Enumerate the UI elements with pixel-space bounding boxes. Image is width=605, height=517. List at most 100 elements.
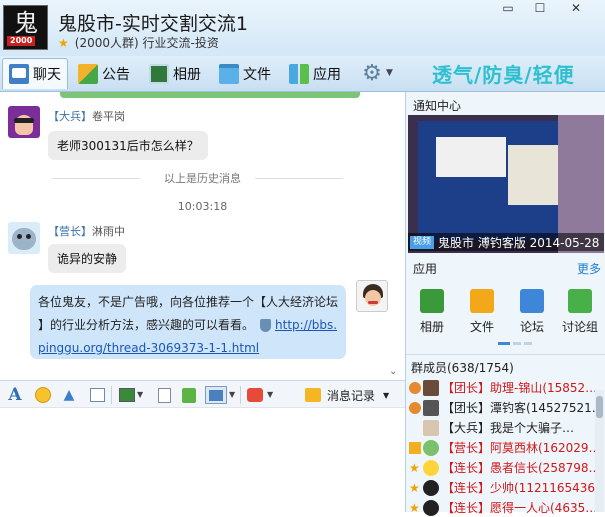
tab-announcement-label: 公告 xyxy=(102,66,130,83)
emoji-icon[interactable] xyxy=(34,386,52,404)
chevron-down-icon[interactable]: ▼ xyxy=(137,390,143,399)
members-header: 群成员(638/1754) xyxy=(406,354,605,376)
avatar xyxy=(423,419,439,436)
avatar[interactable] xyxy=(356,280,388,312)
member-name: 【团长】潭钓客(14527521… xyxy=(442,401,595,415)
right-panel: 通知中心 视频 鬼股市 溥钓客版 2014-05-28 应用 更多 相册 文件 … xyxy=(405,92,605,516)
group-logo[interactable]: 鬼 2000 xyxy=(3,5,48,50)
member-row[interactable]: ★ 【连长】愚者信长(258798… xyxy=(409,458,595,477)
member-name: 【营长】阿莫西林(162029… xyxy=(442,441,595,455)
group-title: 鬼股市-实时交割交流1 xyxy=(58,13,248,35)
sender-name: 淋雨中 xyxy=(92,225,125,238)
app-forum-label: 论坛 xyxy=(519,320,544,334)
note-icon[interactable] xyxy=(88,386,106,404)
message-input[interactable] xyxy=(0,408,405,512)
font-icon[interactable]: A xyxy=(6,385,24,405)
avatar xyxy=(423,379,439,396)
app-discussion[interactable]: 讨论组 xyxy=(556,287,604,335)
chevron-down-icon[interactable]: ▼ xyxy=(267,390,273,399)
chat-history[interactable]: 【大兵】卷平岗 老师300131后市怎么样？ 以上是历史消息 10:03:18 … xyxy=(0,92,405,380)
app-forum[interactable]: 论坛 xyxy=(508,287,556,335)
apps-icon xyxy=(289,63,309,84)
folder-icon xyxy=(470,289,494,313)
scrollbar-thumb[interactable] xyxy=(596,396,603,418)
tab-apps-label: 应用 xyxy=(313,66,341,83)
member-row[interactable]: ★ 【连长】愿得一人心(4635… xyxy=(409,498,595,517)
avatar[interactable] xyxy=(8,106,40,138)
avatar xyxy=(423,459,439,476)
chevron-down-icon[interactable]: ▼ xyxy=(229,390,235,399)
close-button[interactable]: ✕ xyxy=(559,0,593,18)
members-title: 群成员(638/1754) xyxy=(411,361,514,375)
collapse-icon[interactable]: ⌄ xyxy=(389,366,397,377)
screenshot-icon[interactable] xyxy=(205,386,227,404)
message-sender: 【营长】淋雨中 xyxy=(48,223,125,239)
gear-icon[interactable]: ⚙ xyxy=(360,62,384,86)
album-icon xyxy=(149,63,169,84)
document-icon[interactable] xyxy=(155,386,173,404)
red-packet-icon[interactable] xyxy=(180,386,198,404)
avatar xyxy=(423,439,439,456)
member-row[interactable]: 【团长】助理-锦山(15852… xyxy=(409,378,595,397)
member-name: 【连长】愿得一人心(4635… xyxy=(442,501,595,515)
app-files[interactable]: 文件 xyxy=(458,287,506,335)
chevron-down-icon[interactable]: ▼ xyxy=(386,68,393,78)
tab-files[interactable]: 文件 xyxy=(213,58,277,89)
app-files-label: 文件 xyxy=(469,320,494,334)
member-name: 【连长】愚者信长(258798… xyxy=(442,461,595,475)
tab-announcement[interactable]: 公告 xyxy=(72,58,136,89)
group-logo-tag: 2000 xyxy=(7,36,36,46)
own-message-line: 各位鬼友，不是广告哦，向各位推荐一个【人大经济论坛 xyxy=(38,295,339,309)
title-bar: 鬼 2000 鬼股市-实时交割交流1 ★ (2000人群) 行业交流-投资 ▭ ☐… xyxy=(0,0,605,56)
group-subtitle-text: (2000人群) 行业交流-投资 xyxy=(74,36,219,50)
folder-icon xyxy=(219,63,239,84)
announcement-icon xyxy=(78,63,98,84)
video-caption[interactable]: 视频 鬼股市 溥钓客版 2014-05-28 xyxy=(408,233,604,251)
member-row[interactable]: 【营长】阿莫西林(162029… xyxy=(409,438,595,457)
toolbar-divider xyxy=(111,386,112,404)
notice-center-title: 通知中心 xyxy=(413,99,462,113)
tab-album[interactable]: 相册 xyxy=(143,58,207,89)
shake-icon[interactable] xyxy=(246,386,264,404)
member-name: 【连长】少帅(1121165436) xyxy=(442,481,595,495)
group-subtitle: ★ (2000人群) 行业交流-投资 xyxy=(58,34,219,51)
maximize-button[interactable]: ☐ xyxy=(527,0,553,18)
member-name: 【大兵】我是个大骗子… xyxy=(442,421,575,435)
video-caption-text: 鬼股市 溥钓客版 2014-05-28 xyxy=(438,235,600,250)
members-scrollbar[interactable] xyxy=(595,390,604,512)
input-toolbar: A ▲ ▼ ▼ ▼ 消息记录 ▼ xyxy=(0,380,405,408)
magic-expression-icon[interactable]: ▲ xyxy=(60,386,78,404)
more-link[interactable]: 更多 xyxy=(577,260,601,277)
app-album[interactable]: 相册 xyxy=(408,287,456,335)
tab-chat[interactable]: 聊天 xyxy=(2,58,68,89)
own-message-text: 】的行业分析方法，感兴趣的可以看看。 xyxy=(38,318,255,332)
avatar[interactable] xyxy=(8,222,40,254)
message-record-button[interactable]: 消息记录 ▼ xyxy=(305,385,389,405)
message-link[interactable]: http://bbs. xyxy=(275,318,337,332)
member-name: 【团长】助理-锦山(15852… xyxy=(442,381,595,395)
member-row[interactable]: ★ 【连长】少帅(1121165436) xyxy=(409,478,595,497)
sender-rank: 【大兵】 xyxy=(48,110,92,123)
person-icon xyxy=(409,401,421,414)
star-icon: ★ xyxy=(409,460,420,475)
message-sender: 【大兵】卷平岗 xyxy=(48,108,125,124)
member-row[interactable]: 【大兵】我是个大骗子… xyxy=(409,418,595,437)
message-link-continued[interactable]: pinggu.org/thread-3069373-1-1.html xyxy=(38,337,338,360)
member-row[interactable]: 【团长】潭钓客(14527521… xyxy=(409,398,595,417)
avatar xyxy=(423,499,439,516)
app-album-label: 相册 xyxy=(419,320,444,334)
image-icon[interactable] xyxy=(118,386,136,404)
chevron-down-icon: ▼ xyxy=(383,390,390,400)
discussion-icon xyxy=(568,289,592,313)
tab-chat-label: 聊天 xyxy=(33,67,61,83)
video-tag: 视频 xyxy=(410,235,435,249)
message-record-label: 消息记录 xyxy=(327,388,376,403)
own-message-bubble: 各位鬼友，不是广告哦，向各位推荐一个【人大经济论坛 】的行业分析方法，感兴趣的可… xyxy=(30,285,346,359)
forum-icon xyxy=(520,289,544,313)
shield-icon xyxy=(260,319,272,332)
app-discussion-label: 讨论组 xyxy=(561,320,598,334)
minimize-button[interactable]: ▭ xyxy=(495,0,521,18)
avatar xyxy=(423,399,439,416)
tab-apps[interactable]: 应用 xyxy=(283,58,347,89)
ad-banner[interactable]: 透气/防臭/轻便 xyxy=(432,59,575,88)
